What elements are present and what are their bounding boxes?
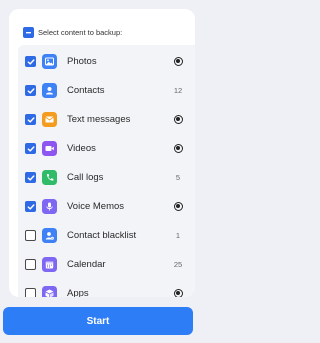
select-all-row[interactable]: Select content to backup: bbox=[23, 25, 122, 39]
start-button[interactable]: Start bbox=[3, 307, 193, 335]
list-item[interactable]: Voice Memos bbox=[18, 192, 195, 221]
item-checkbox[interactable] bbox=[25, 201, 36, 212]
item-label: Call logs bbox=[67, 172, 104, 183]
select-all-label: Select content to backup: bbox=[38, 27, 123, 37]
item-count: 12 bbox=[173, 86, 183, 95]
loading-spinner-icon bbox=[174, 115, 183, 124]
loading-spinner-icon bbox=[174, 144, 183, 153]
voice-memos-icon bbox=[42, 199, 57, 214]
item-checkbox[interactable] bbox=[25, 114, 36, 125]
item-checkbox[interactable] bbox=[25, 85, 36, 96]
select-all-checkbox[interactable] bbox=[23, 26, 34, 38]
item-count: 5 bbox=[175, 173, 181, 182]
list-item[interactable]: Calendar 25 bbox=[18, 250, 195, 279]
list-item[interactable]: Contact blacklist 1 bbox=[18, 221, 195, 250]
item-label: Contact blacklist bbox=[67, 230, 137, 241]
list-item[interactable]: Text messages bbox=[18, 105, 195, 134]
contacts-icon bbox=[42, 83, 57, 98]
item-label: Videos bbox=[67, 143, 96, 154]
list-item[interactable]: Contacts 12 bbox=[18, 76, 195, 105]
item-label: Apps bbox=[67, 288, 89, 297]
loading-spinner-icon bbox=[174, 57, 183, 66]
item-label: Photos bbox=[67, 56, 97, 67]
list-item[interactable]: Apps bbox=[18, 279, 195, 297]
contact-blacklist-icon bbox=[42, 228, 57, 243]
item-checkbox[interactable] bbox=[25, 143, 36, 154]
item-checkbox[interactable] bbox=[25, 259, 36, 270]
backup-content-panel: Select content to backup: Photos Contacts… bbox=[9, 9, 195, 297]
apps-icon bbox=[42, 286, 57, 297]
item-checkbox[interactable] bbox=[25, 56, 36, 67]
list-item[interactable]: Call logs 5 bbox=[18, 163, 195, 192]
videos-icon bbox=[42, 141, 57, 156]
list-item[interactable]: Videos bbox=[18, 134, 195, 163]
content-list[interactable]: Photos Contacts 12 Text messages Videos Call … bbox=[18, 45, 195, 297]
loading-spinner-icon bbox=[174, 202, 183, 211]
messages-icon bbox=[42, 112, 57, 127]
item-checkbox[interactable] bbox=[25, 172, 36, 183]
calendar-icon bbox=[42, 257, 57, 272]
call-logs-icon bbox=[42, 170, 57, 185]
item-label: Calendar bbox=[67, 259, 106, 270]
item-checkbox[interactable] bbox=[25, 230, 36, 241]
list-item[interactable]: Photos bbox=[18, 47, 195, 76]
item-label: Voice Memos bbox=[67, 201, 125, 212]
item-count: 25 bbox=[173, 260, 183, 269]
item-count: 1 bbox=[175, 231, 181, 240]
item-label: Text messages bbox=[67, 114, 131, 125]
item-checkbox[interactable] bbox=[25, 288, 36, 297]
loading-spinner-icon bbox=[174, 289, 183, 297]
photos-icon bbox=[42, 54, 57, 69]
item-label: Contacts bbox=[67, 85, 105, 96]
